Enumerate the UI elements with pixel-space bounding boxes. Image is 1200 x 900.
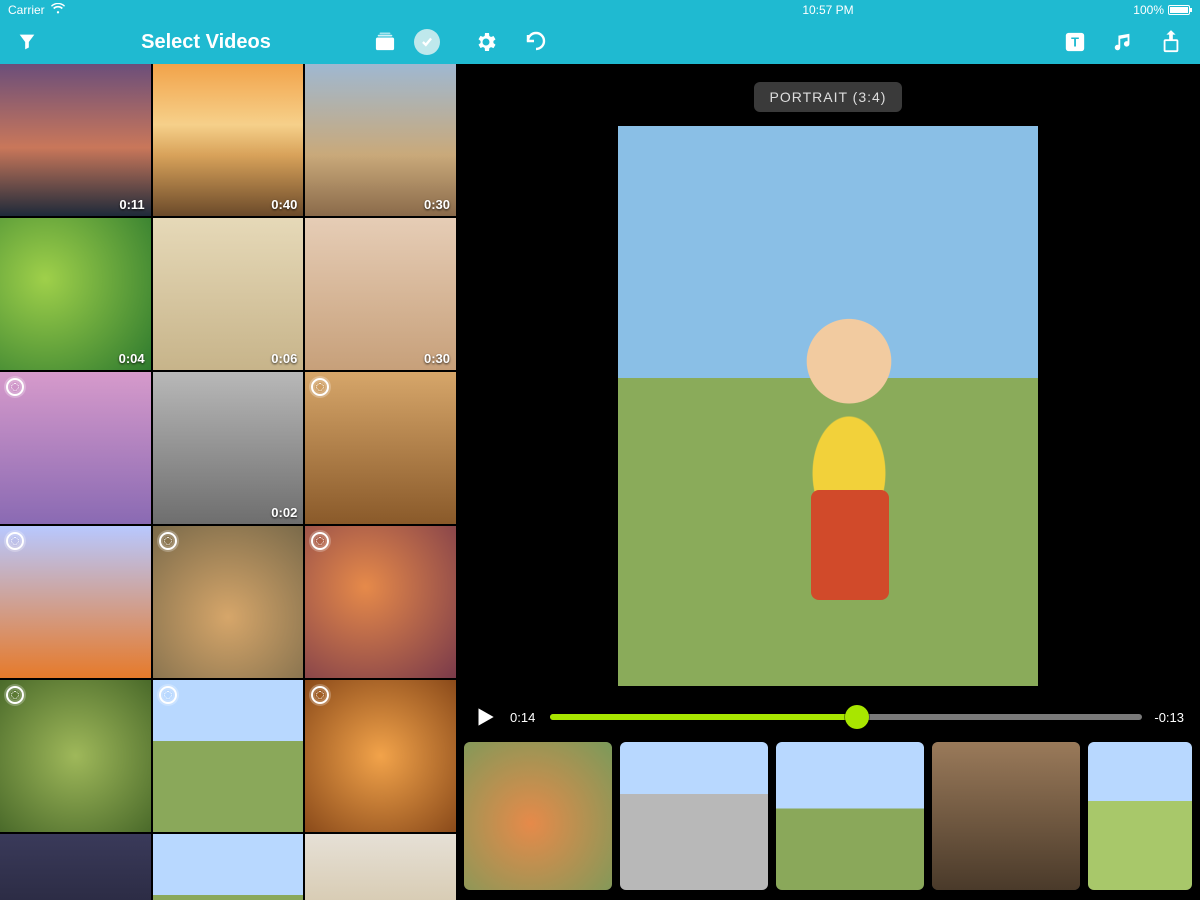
carrier-label: Carrier [8, 3, 45, 17]
thumb-image [0, 526, 151, 678]
share-icon[interactable] [1160, 30, 1182, 54]
live-photo-icon [159, 532, 177, 550]
thumb-image [1088, 742, 1192, 890]
video-thumb[interactable]: 0:30 [305, 64, 456, 216]
remaining-time: -0:13 [1154, 710, 1184, 725]
preview-area: PORTRAIT (3:4) [456, 64, 1200, 694]
clock-label: 10:57 PM [802, 3, 853, 17]
thumb-image [305, 372, 456, 524]
video-thumb[interactable] [0, 526, 151, 678]
status-bar-left: Carrier [0, 0, 456, 20]
timeline-clip[interactable] [932, 742, 1080, 890]
video-thumb[interactable]: 0:06 [153, 218, 304, 370]
thumb-image [305, 64, 456, 216]
timeline-clip[interactable] [1088, 742, 1192, 890]
video-thumb[interactable] [0, 680, 151, 832]
live-photo-icon [6, 532, 24, 550]
thumb-image [0, 218, 151, 370]
settings-icon[interactable] [474, 30, 498, 54]
editor-panel: 10:57 PM 100% T PORTRAIT [456, 0, 1200, 900]
thumb-image [0, 372, 151, 524]
duration-label: 0:02 [271, 505, 297, 520]
video-thumb[interactable]: 0:11 [0, 64, 151, 216]
undo-icon[interactable] [524, 30, 548, 54]
live-photo-icon [6, 686, 24, 704]
video-thumb[interactable] [153, 834, 304, 900]
video-grid[interactable]: 0:11 0:40 0:30 0:04 0:06 0:30 0:02 [0, 64, 456, 900]
video-thumb[interactable] [153, 526, 304, 678]
video-thumb[interactable] [305, 834, 456, 900]
thumb-image [153, 834, 304, 900]
duration-label: 0:04 [119, 351, 145, 366]
thumb-image [305, 834, 456, 900]
thumb-image [932, 742, 1080, 890]
progress-fill [550, 714, 857, 720]
thumb-image [305, 526, 456, 678]
select-all-button[interactable] [414, 29, 440, 55]
thumb-image [153, 372, 304, 524]
video-thumb[interactable]: 0:02 [153, 372, 304, 524]
video-thumb[interactable]: 0:30 [305, 218, 456, 370]
play-button[interactable] [472, 704, 498, 730]
clip-timeline[interactable] [456, 736, 1200, 900]
thumb-image [153, 64, 304, 216]
video-thumb[interactable] [305, 680, 456, 832]
duration-label: 0:11 [119, 197, 144, 212]
player-controls: 0:14 -0:13 [456, 694, 1200, 736]
preview-frame[interactable] [618, 126, 1038, 686]
duration-label: 0:06 [271, 351, 297, 366]
elapsed-time: 0:14 [510, 710, 538, 725]
thumb-image [305, 680, 456, 832]
thumb-image [153, 680, 304, 832]
svg-text:T: T [1071, 35, 1079, 50]
video-thumb[interactable] [0, 372, 151, 524]
duration-label: 0:40 [271, 197, 297, 212]
wifi-icon [51, 3, 65, 17]
music-icon[interactable] [1112, 31, 1134, 53]
video-thumb[interactable] [305, 526, 456, 678]
video-thumb[interactable] [305, 372, 456, 524]
library-title: Select Videos [141, 31, 271, 54]
video-thumb[interactable] [153, 680, 304, 832]
live-photo-icon [159, 686, 177, 704]
duration-label: 0:30 [424, 351, 450, 366]
video-thumb[interactable]: 0:40 [153, 64, 304, 216]
thumb-image [620, 742, 768, 890]
thumb-image [153, 218, 304, 370]
albums-icon[interactable] [374, 32, 396, 52]
timeline-clip[interactable] [620, 742, 768, 890]
battery-indicator: 100% [1133, 3, 1190, 17]
thumb-image [0, 680, 151, 832]
editor-toolbar: T [456, 20, 1200, 64]
library-toolbar: Select Videos [0, 20, 456, 64]
thumb-image [0, 64, 151, 216]
thumb-image [464, 742, 612, 890]
text-icon[interactable]: T [1064, 31, 1086, 53]
timeline-clip[interactable] [776, 742, 924, 890]
live-photo-icon [6, 378, 24, 396]
video-library-panel: Carrier Select Videos 0:110:400:300:040:… [0, 0, 456, 900]
thumb-image [305, 218, 456, 370]
progress-track[interactable] [550, 714, 1142, 720]
thumb-image [776, 742, 924, 890]
duration-label: 0:30 [424, 197, 450, 212]
progress-knob[interactable] [845, 705, 869, 729]
video-thumb[interactable] [0, 834, 151, 900]
filter-icon[interactable] [16, 31, 38, 53]
thumb-image [153, 526, 304, 678]
aspect-ratio-badge[interactable]: PORTRAIT (3:4) [754, 82, 903, 112]
status-bar-right: 10:57 PM 100% [456, 0, 1200, 20]
thumb-image [0, 834, 151, 900]
timeline-clip[interactable] [464, 742, 612, 890]
video-thumb[interactable]: 0:04 [0, 218, 151, 370]
